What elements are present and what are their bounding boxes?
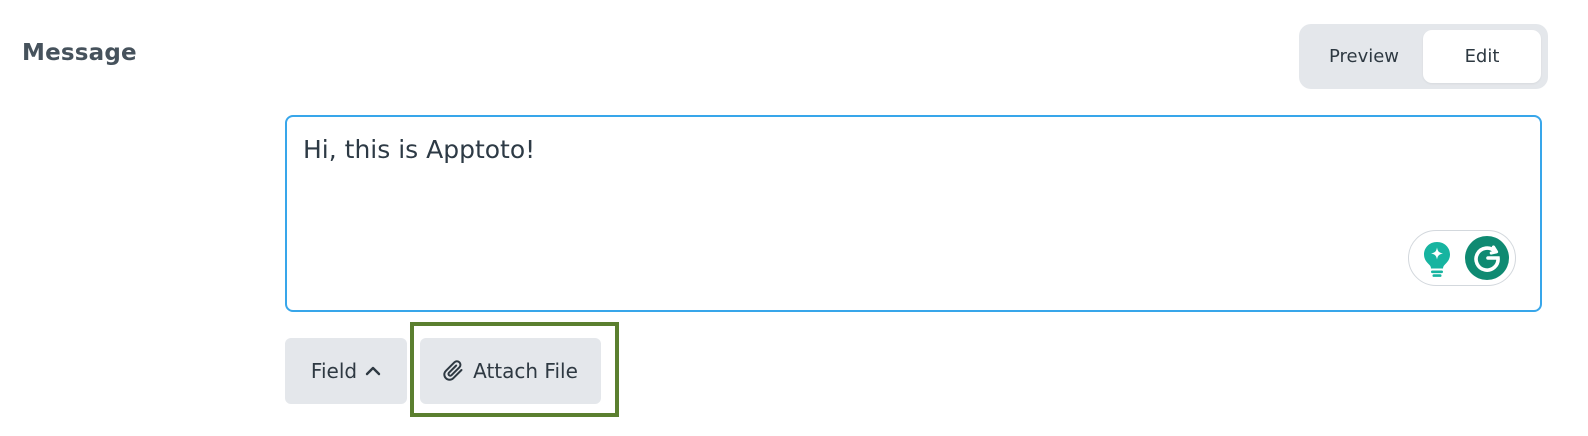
message-editor[interactable]: Hi, this is Apptoto! — [285, 115, 1542, 312]
grammarly-g-icon[interactable] — [1465, 236, 1509, 280]
field-button[interactable]: Field — [285, 338, 407, 404]
message-text: Hi, this is Apptoto! — [303, 135, 536, 164]
writing-assistant-pill[interactable] — [1408, 230, 1516, 286]
attach-file-label: Attach File — [473, 359, 578, 383]
chevron-up-icon — [365, 366, 381, 376]
attach-file-button[interactable]: Attach File — [420, 338, 601, 404]
paperclip-icon — [443, 360, 463, 381]
field-button-label: Field — [310, 359, 358, 383]
mode-toggle: Preview Edit — [1299, 24, 1548, 89]
section-label-message: Message — [22, 40, 137, 66]
edit-button[interactable]: Edit — [1423, 30, 1541, 83]
preview-button[interactable]: Preview — [1305, 30, 1423, 83]
lightbulb-sparkle-icon[interactable] — [1421, 240, 1453, 278]
